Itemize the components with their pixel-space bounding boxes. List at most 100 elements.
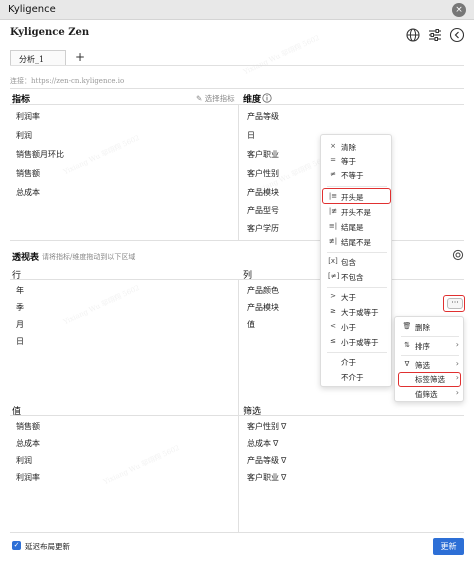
menu-item-contains[interactable]: [x] 包含	[321, 256, 393, 269]
menu-item-not-equals[interactable]: ≠ 不等于	[321, 169, 393, 182]
filter-field[interactable]: 总成本 ∇	[247, 438, 278, 449]
menu-item-not-ends-with[interactable]: ≢| 结尾不是	[321, 236, 393, 249]
menu-item-filter[interactable]: ∇ 筛选 ›	[395, 359, 465, 372]
highlight-label-filter	[398, 372, 461, 387]
divider	[10, 88, 464, 89]
connection-url: 连接：https://zen-cn.kyligence.io	[10, 77, 125, 85]
dimension-item[interactable]: 产品模块	[247, 187, 279, 198]
menu-separator	[327, 287, 387, 288]
menu-item-clear[interactable]: × 清除	[321, 141, 393, 154]
metric-item[interactable]: 利润	[16, 130, 32, 141]
collapse-icon[interactable]	[449, 27, 465, 43]
filter-field[interactable]: 客户职业 ∇	[247, 472, 286, 483]
close-icon[interactable]: ×	[452, 3, 466, 17]
filter-icon: ∇	[281, 456, 287, 465]
not-ends-with-icon: ≢|	[328, 237, 338, 245]
pivot-title: 透视表	[12, 253, 40, 263]
column-field[interactable]: 值	[247, 319, 255, 330]
filter-field-label: 产品等级	[247, 456, 279, 465]
settings-icon[interactable]	[452, 249, 464, 261]
ends-with-icon: ≡|	[328, 222, 338, 230]
menu-separator	[327, 186, 387, 187]
metric-item[interactable]: 销售额	[16, 168, 40, 179]
divider	[10, 240, 464, 241]
row-field[interactable]: 季	[16, 302, 24, 313]
not-equals-icon: ≠	[330, 170, 336, 178]
defer-update-checkbox[interactable]: ✓	[12, 541, 21, 550]
dimension-item[interactable]: 客户学历	[247, 223, 279, 234]
filter-icon: ∇	[281, 422, 287, 431]
less-than-icon: <	[330, 322, 336, 330]
row-field[interactable]: 年	[16, 285, 24, 296]
menu-item-value-filter[interactable]: 值筛选 ›	[395, 388, 465, 401]
menu-item-equals[interactable]: = 等于	[321, 155, 393, 168]
less-equal-icon: ≤	[330, 337, 336, 345]
menu-separator	[401, 336, 459, 337]
filter-field[interactable]: 客户性别 ∇	[247, 421, 286, 432]
highlight-more-button	[443, 295, 465, 312]
window-title: Kyligence	[8, 4, 56, 15]
divider	[10, 532, 464, 533]
metric-item[interactable]: 利润率	[16, 111, 40, 122]
dimension-item[interactable]: 产品等级	[247, 111, 279, 122]
column-divider	[238, 104, 239, 240]
divider	[10, 104, 464, 105]
tab-analysis-1[interactable]: 分析_1	[10, 50, 66, 65]
greater-equal-icon: ≥	[330, 307, 336, 315]
dimension-item[interactable]: 日	[247, 130, 255, 141]
menu-item-greater-equal[interactable]: ≥ 大于或等于	[321, 306, 393, 319]
menu-item-less-equal[interactable]: ≤ 小于或等于	[321, 336, 393, 349]
watermark: Yixiang Wu 邬翊翔 5602	[62, 283, 141, 327]
add-tab-button[interactable]: +	[72, 49, 88, 65]
equals-icon: =	[330, 156, 336, 164]
row-field[interactable]: 月	[16, 319, 24, 330]
divider	[10, 415, 464, 416]
info-icon[interactable]	[262, 93, 272, 103]
brand-name: Kyligence Zen	[10, 27, 90, 38]
filter-field-label: 客户职业	[247, 473, 279, 482]
tab-divider	[10, 65, 464, 66]
metric-item[interactable]: 销售额月环比	[16, 149, 64, 160]
chevron-right-icon: ›	[455, 340, 459, 349]
menu-item-not-begins-with[interactable]: |≢ 开头不是	[321, 206, 393, 219]
menu-item-greater-than[interactable]: > 大于	[321, 291, 393, 304]
menu-item-ends-with[interactable]: ≡| 结尾是	[321, 221, 393, 234]
column-field[interactable]: 产品模块	[247, 302, 279, 313]
globe-icon[interactable]	[405, 27, 421, 43]
metric-item[interactable]: 总成本	[16, 187, 40, 198]
filter-field-label: 总成本	[247, 439, 271, 448]
filter-field-label: 客户性别	[247, 422, 279, 431]
menu-item-sort[interactable]: ⇅ 排序 ›	[395, 340, 465, 353]
not-begins-with-icon: |≢	[328, 207, 338, 215]
menu-item-not-between[interactable]: 不介于	[321, 371, 393, 384]
menu-item-not-contains[interactable]: [≠] 不包含	[321, 271, 393, 284]
update-button[interactable]: 更新	[433, 538, 464, 555]
chevron-right-icon: ›	[455, 388, 459, 397]
row-field[interactable]: 日	[16, 336, 24, 347]
highlight-begins-with	[322, 188, 391, 204]
sliders-icon[interactable]	[427, 27, 443, 43]
menu-separator	[327, 252, 387, 253]
value-field[interactable]: 销售额	[16, 421, 40, 432]
field-context-menu: 🗑 删除 ⇅ 排序 › ∇ 筛选 › 标签筛选 › 值筛选 ›	[394, 316, 464, 402]
value-field[interactable]: 总成本	[16, 438, 40, 449]
menu-item-between[interactable]: 介于	[321, 356, 393, 369]
app-window: Kyligence × Yixiang Wu 邬翊翔 5602 Yixiang …	[0, 0, 474, 563]
contains-icon: [x]	[328, 257, 338, 265]
filter-field[interactable]: 产品等级 ∇	[247, 455, 286, 466]
value-field[interactable]: 利润	[16, 455, 32, 466]
column-divider	[238, 279, 239, 532]
value-field[interactable]: 利润率	[16, 472, 40, 483]
dimension-item[interactable]: 客户职业	[247, 149, 279, 160]
dimension-item[interactable]: 产品型号	[247, 205, 279, 216]
select-metrics-button[interactable]: ✎ 选择指标	[196, 93, 235, 104]
column-field[interactable]: 产品颜色	[247, 285, 279, 296]
sort-icon: ⇅	[404, 341, 410, 349]
dimension-item[interactable]: 客户性别	[247, 168, 279, 179]
chevron-right-icon: ›	[455, 359, 459, 368]
label-filter-menu: × 清除 = 等于 ≠ 不等于 |≡ 开头是 |≢ 开头不是 ≡| 结尾是 ≢| 结尾不是 […	[320, 134, 392, 387]
menu-item-delete[interactable]: 🗑 删除	[395, 321, 465, 334]
watermark: Yixiang Wu 邬翊翔 5602	[102, 443, 181, 487]
not-contains-icon: [≠]	[328, 272, 340, 280]
menu-item-less-than[interactable]: < 小于	[321, 321, 393, 334]
